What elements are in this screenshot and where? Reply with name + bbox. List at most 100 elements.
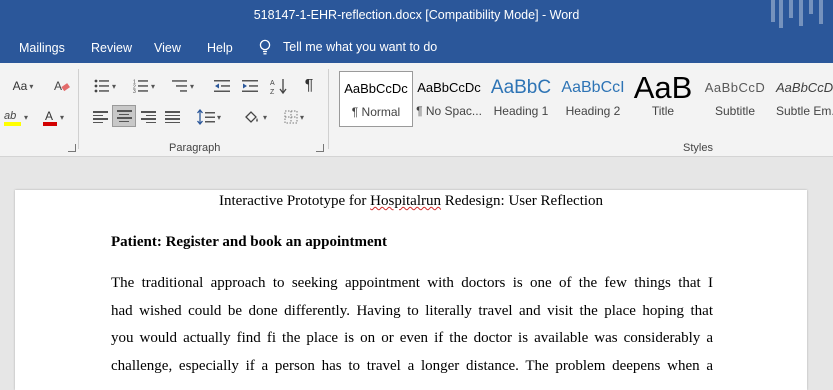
font-color-button[interactable]: A ▾ bbox=[37, 106, 69, 128]
eraser-icon: A bbox=[54, 79, 70, 93]
chevron-down-icon: ▾ bbox=[216, 112, 221, 122]
show-marks-button[interactable]: ¶ bbox=[297, 75, 321, 97]
svg-text:A: A bbox=[54, 79, 62, 93]
title-bar-pattern bbox=[771, 0, 823, 28]
sort-button[interactable]: A Z bbox=[267, 75, 291, 97]
chevron-down-icon: ▾ bbox=[23, 112, 28, 122]
svg-text:ab: ab bbox=[4, 110, 16, 122]
style-heading-1-label: Heading 1 bbox=[493, 104, 549, 118]
title-bar: 518147-1-EHR-reflection.docx [Compatibil… bbox=[0, 0, 833, 33]
decrease-indent-button[interactable] bbox=[210, 75, 234, 97]
chevron-down-icon: ▾ bbox=[262, 112, 267, 122]
sort-icon: A Z bbox=[270, 79, 287, 95]
style-no-spacing-label: ¶ No Spac... bbox=[416, 104, 482, 118]
style-heading-2-preview: AaBbCcI bbox=[561, 79, 625, 96]
style-subtitle-preview: AaBbCcD bbox=[704, 80, 766, 95]
numbering-button[interactable]: 1 2 3 ▾ bbox=[127, 75, 161, 97]
style-heading-2[interactable]: AaBbCcI Heading 2 bbox=[556, 71, 630, 127]
chevron-down-icon: ▾ bbox=[29, 81, 34, 91]
document-heading[interactable]: Interactive Prototype for Hospitalrun Re… bbox=[15, 193, 807, 210]
style-subtitle[interactable]: AaBbCcD Subtitle bbox=[698, 71, 772, 127]
style-heading-1-preview: AaBbC bbox=[490, 77, 552, 98]
tab-view[interactable]: View bbox=[154, 41, 181, 55]
paragraph-line[interactable]: challenge, especially if a person has to… bbox=[111, 358, 713, 375]
pilcrow-icon: ¶ bbox=[304, 77, 314, 94]
svg-text:A: A bbox=[45, 109, 53, 123]
heading-text-start: Interactive Prototype for bbox=[218, 193, 371, 209]
group-divider bbox=[78, 69, 79, 149]
font-dialog-launcher[interactable] bbox=[68, 144, 76, 152]
document-canvas[interactable]: Interactive Prototype for Hospitalrun Re… bbox=[0, 157, 833, 390]
style-title[interactable]: AaB Title bbox=[626, 71, 700, 127]
paragraph-line[interactable]: The traditional approach to seeking appo… bbox=[111, 275, 713, 292]
style-normal-label: ¶ Normal bbox=[351, 105, 401, 119]
tell-me-box[interactable]: Tell me what you want to do bbox=[258, 39, 437, 55]
style-no-spacing-preview: AaBbCcDc bbox=[417, 80, 481, 95]
style-title-label: Title bbox=[651, 104, 675, 118]
paragraph-line[interactable]: had wished could be done differently. Ha… bbox=[111, 303, 713, 320]
chevron-down-icon: ▾ bbox=[59, 112, 64, 122]
paragraph-line[interactable]: you would actually find fi the place is … bbox=[111, 330, 713, 347]
svg-text:A: A bbox=[270, 80, 275, 87]
line-spacing-button[interactable]: ▾ bbox=[192, 106, 226, 128]
style-subtle-emphasis[interactable]: AaBbCcD Subtle Em... bbox=[772, 71, 833, 127]
tab-review[interactable]: Review bbox=[91, 41, 132, 55]
borders-button[interactable]: ▾ bbox=[277, 106, 311, 128]
multilevel-list-button[interactable]: ▾ bbox=[166, 75, 200, 97]
change-case-label: Aa bbox=[12, 79, 28, 93]
heading-text-end: Redesign: User Reflection bbox=[440, 193, 604, 209]
style-no-spacing[interactable]: AaBbCcDc ¶ No Spac... bbox=[412, 71, 486, 127]
style-title-preview: AaB bbox=[633, 71, 693, 104]
style-heading-1[interactable]: AaBbC Heading 1 bbox=[484, 71, 558, 127]
borders-icon bbox=[284, 110, 298, 124]
align-right-icon bbox=[140, 111, 156, 123]
group-divider bbox=[328, 69, 329, 149]
style-normal-preview: AaBbCcDc bbox=[344, 81, 408, 96]
paragraph-dialog-launcher[interactable] bbox=[316, 144, 324, 152]
ribbon-tabs: Mailings Review View Help Tell me what y… bbox=[0, 33, 833, 63]
chevron-down-icon: ▾ bbox=[111, 81, 116, 91]
tab-mailings[interactable]: Mailings bbox=[19, 41, 65, 55]
document-page[interactable]: Interactive Prototype for Hospitalrun Re… bbox=[15, 190, 807, 390]
paragraph-group-label: Paragraph bbox=[169, 142, 221, 154]
chevron-down-icon: ▾ bbox=[150, 81, 155, 91]
document-title: 518147-1-EHR-reflection.docx [Compatibil… bbox=[253, 8, 580, 22]
justify-icon bbox=[164, 111, 180, 123]
lightbulb-icon bbox=[259, 39, 271, 55]
ribbon: Aa ▾ A ab ▾ A ▾ ▾ 1 2 3 ▾ ▾ A Z ¶ ▾ ▾ ▾ … bbox=[0, 63, 833, 157]
align-left-button[interactable] bbox=[88, 106, 112, 128]
line-spacing-icon bbox=[196, 109, 215, 125]
style-normal[interactable]: AaBbCcDc ¶ Normal bbox=[339, 71, 413, 127]
section-heading[interactable]: Patient: Register and book an appointmen… bbox=[111, 234, 387, 251]
chevron-down-icon: ▾ bbox=[189, 81, 194, 91]
svg-text:3: 3 bbox=[133, 89, 136, 93]
style-subtitle-label: Subtitle bbox=[714, 104, 756, 118]
style-heading-2-label: Heading 2 bbox=[565, 104, 621, 118]
change-case-button[interactable]: Aa ▾ bbox=[6, 75, 40, 97]
decrease-indent-icon bbox=[214, 80, 230, 92]
styles-group-label: Styles bbox=[683, 142, 713, 154]
style-subtle-emphasis-preview: AaBbCcD bbox=[776, 80, 833, 95]
align-right-button[interactable] bbox=[136, 106, 160, 128]
multilevel-list-icon bbox=[171, 80, 187, 92]
clear-formatting-button[interactable]: A bbox=[50, 75, 74, 97]
highlight-color-button[interactable]: ab ▾ bbox=[0, 106, 32, 128]
misspelled-word[interactable]: Hospitalrun bbox=[370, 193, 441, 209]
shading-button[interactable]: ▾ bbox=[238, 106, 272, 128]
chevron-down-icon: ▾ bbox=[299, 112, 304, 122]
numbering-icon: 1 2 3 bbox=[133, 80, 148, 93]
bullets-button[interactable]: ▾ bbox=[88, 75, 122, 97]
bullets-icon bbox=[94, 79, 109, 93]
align-center-icon bbox=[116, 110, 132, 122]
highlighter-icon: ab bbox=[3, 110, 21, 126]
align-center-button[interactable] bbox=[112, 105, 136, 127]
increase-indent-icon bbox=[242, 80, 258, 92]
paint-bucket-icon bbox=[245, 111, 258, 123]
increase-indent-button[interactable] bbox=[238, 75, 262, 97]
tell-me-text: Tell me what you want to do bbox=[283, 40, 438, 54]
font-color-icon: A bbox=[42, 109, 57, 126]
svg-text:Z: Z bbox=[270, 89, 275, 95]
justify-button[interactable] bbox=[160, 106, 184, 128]
tab-help[interactable]: Help bbox=[207, 41, 233, 55]
align-left-icon bbox=[92, 111, 108, 123]
